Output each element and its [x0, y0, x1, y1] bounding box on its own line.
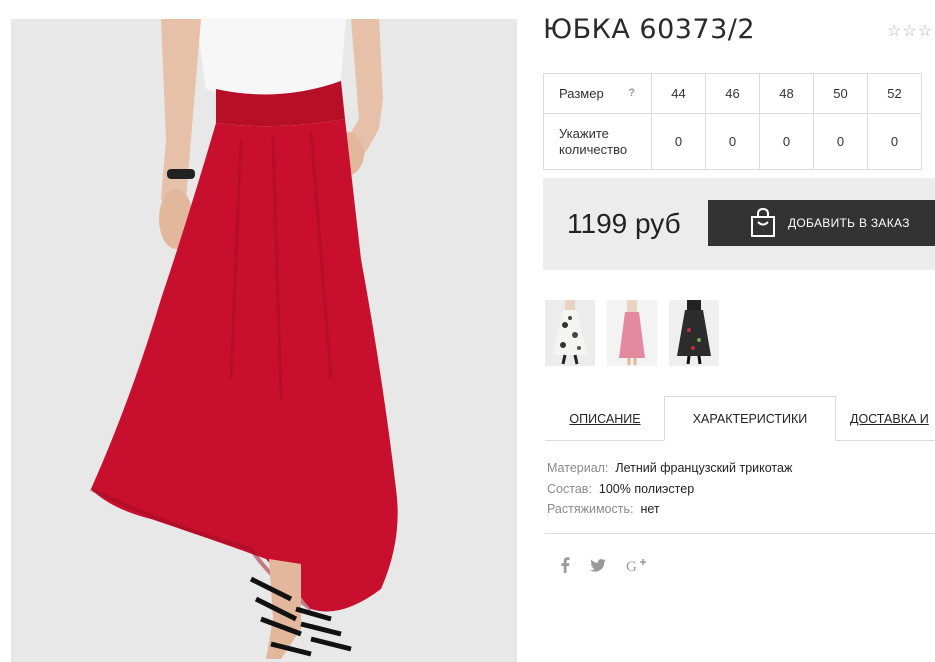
quantity-label-cell: Укажите количество: [543, 113, 652, 170]
quantity-input[interactable]: 0: [867, 113, 922, 170]
social-share: G: [560, 557, 646, 577]
section-divider: [545, 533, 935, 534]
size-label: Размер: [559, 86, 604, 101]
size-value: 48: [759, 73, 814, 114]
tab-delivery[interactable]: ДОСТАВКА И: [850, 396, 935, 441]
star-icon[interactable]: ☆: [887, 21, 901, 41]
quantity-input[interactable]: 0: [759, 113, 814, 170]
thumbnail-gallery: [545, 300, 719, 366]
shopping-bag-icon: [751, 208, 775, 237]
thumbnail-pink-skirt[interactable]: [607, 300, 657, 366]
twitter-icon[interactable]: [590, 558, 606, 576]
star-icon[interactable]: ☆: [902, 21, 916, 41]
quantity-input[interactable]: 0: [813, 113, 868, 170]
red-skirt-illustration: [11, 19, 517, 662]
buy-panel: 1199 руб ДОБАВИТЬ В ЗАКАЗ: [543, 178, 935, 270]
svg-text:G: G: [626, 559, 637, 573]
size-quantity-table: Размер ? 44 46 48 50 52 Укажите количест…: [543, 73, 922, 170]
quantity-input[interactable]: 0: [651, 113, 706, 170]
quantity-input[interactable]: 0: [705, 113, 760, 170]
tab-characteristics[interactable]: ХАРАКТЕРИСТИКИ: [664, 396, 836, 441]
size-value: 46: [705, 73, 760, 114]
product-tabs: ОПИСАНИЕ ХАРАКТЕРИСТИКИ ДОСТАВКА И: [545, 396, 935, 441]
characteristic-value: 100% полиэстер: [598, 481, 695, 496]
size-label-cell: Размер ?: [543, 73, 652, 114]
product-price: 1199 руб: [567, 208, 681, 239]
tab-description[interactable]: ОПИСАНИЕ: [545, 396, 665, 441]
size-help-icon[interactable]: ?: [628, 87, 635, 99]
characteristic-row: Растяжимость: нет: [547, 499, 792, 520]
characteristic-row: Состав: 100% полиэстер: [547, 479, 792, 500]
size-value: 44: [651, 73, 706, 114]
characteristic-value: нет: [640, 502, 660, 516]
characteristic-value: Летний французский трикотаж: [615, 461, 793, 475]
size-value: 52: [867, 73, 922, 114]
characteristic-key: Состав:: [547, 481, 592, 496]
thumbnail-floral-skirt[interactable]: [545, 300, 595, 366]
characteristic-key: Растяжимость:: [547, 502, 634, 516]
characteristics-list: Материал: Летний французский трикотаж Сос…: [547, 458, 792, 520]
size-value: 50: [813, 73, 868, 114]
rating-stars[interactable]: ☆ ☆ ☆: [887, 21, 932, 41]
product-main-image[interactable]: [11, 19, 517, 662]
star-icon[interactable]: ☆: [918, 21, 932, 41]
add-to-order-button[interactable]: ДОБАВИТЬ В ЗАКАЗ: [708, 200, 935, 246]
facebook-icon[interactable]: [560, 557, 570, 577]
add-to-order-label: ДОБАВИТЬ В ЗАКАЗ: [788, 216, 910, 230]
thumbnail-dark-skirt[interactable]: [669, 300, 719, 366]
google-plus-icon[interactable]: G: [626, 557, 646, 577]
characteristic-row: Материал: Летний французский трикотаж: [547, 458, 792, 479]
characteristic-key: Материал:: [547, 461, 609, 475]
product-title: ЮБКА 60373/2: [543, 14, 756, 45]
quantity-label: Укажите количество: [559, 125, 628, 157]
